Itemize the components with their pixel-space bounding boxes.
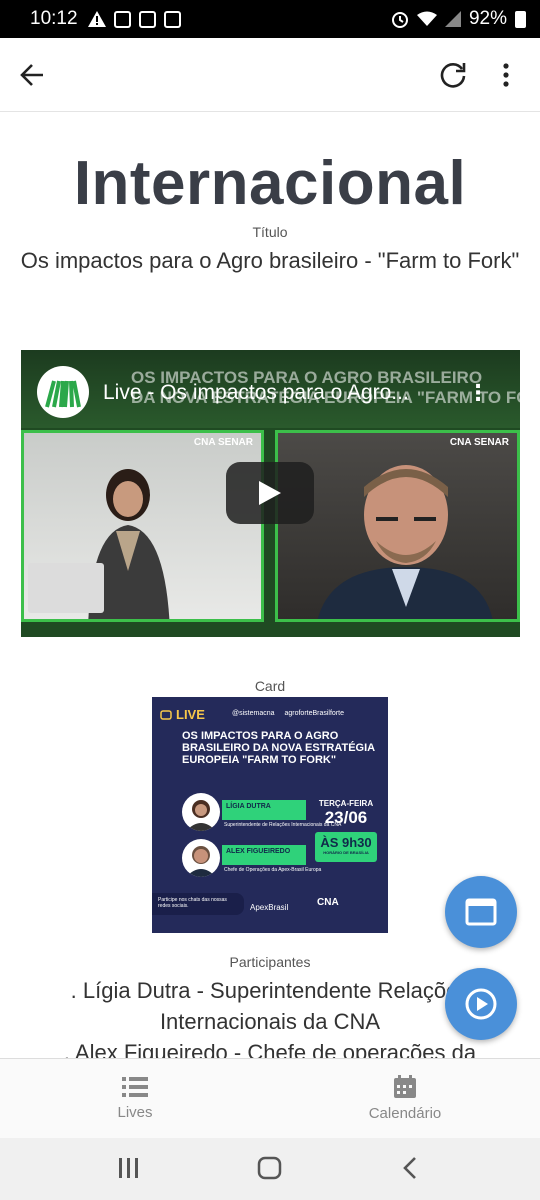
bottom-navigation: Lives Calendário — [0, 1058, 540, 1138]
participants-list: . Lígia Dutra - Superintendente Relações… — [63, 978, 477, 1058]
live-badge: LIVE — [160, 707, 205, 722]
video-title: Live - Os impactos para o Agro... — [103, 381, 409, 404]
event-timezone: HORÁRIO DE BRASÍLIA — [323, 850, 369, 855]
system-navigation-bar — [0, 1138, 540, 1200]
speaker-1-name: LÍGIA DUTRA — [222, 800, 306, 820]
participants-label: Participantes — [229, 954, 311, 970]
speaker-image — [317, 465, 493, 619]
arrow-left-icon — [20, 64, 43, 86]
back-nav-button[interactable] — [400, 1154, 420, 1182]
pane-tag-left: CNA SENAR — [193, 437, 253, 448]
refresh-button[interactable] — [433, 55, 473, 95]
nav-lives[interactable]: Lives — [0, 1059, 270, 1138]
nav-calendario-label: Calendário — [368, 1105, 442, 1122]
wifi-icon — [416, 11, 437, 26]
signal-icon — [444, 11, 461, 27]
event-hour: ÀS 9h30 — [320, 835, 372, 850]
calendar-icon — [394, 1075, 416, 1098]
app-bar — [0, 38, 540, 112]
title-label: Título — [252, 224, 288, 240]
play-button[interactable] — [226, 462, 314, 524]
play-circle-icon — [465, 988, 497, 1020]
play-icon — [259, 481, 281, 505]
social-handles: @sistemacna agroforteBrasilforte — [232, 710, 344, 717]
event-time: ÀS 9h30 HORÁRIO DE BRASÍLIA — [315, 832, 377, 862]
channel-logo[interactable] — [37, 366, 89, 418]
live-subject: Os impactos para o Agro brasileiro - "Fa… — [20, 248, 520, 273]
play-fab[interactable] — [445, 968, 517, 1040]
gallery-icon — [138, 10, 156, 28]
recents-button[interactable] — [118, 1154, 140, 1182]
nav-lives-label: Lives — [117, 1104, 153, 1121]
refresh-icon — [440, 63, 466, 88]
avatar-ligia — [182, 793, 220, 831]
card-headline: OS IMPACTOS PARA O AGRO BRASILEIRO DA NO… — [182, 730, 375, 766]
page-title: Internacional — [73, 149, 467, 218]
more-vert-icon — [503, 63, 509, 87]
event-weekday: TERÇA-FEIRA — [318, 799, 374, 808]
handle-2: agroforteBrasilforte — [284, 710, 344, 717]
battery-icon — [515, 10, 526, 28]
alarm-icon — [391, 12, 408, 28]
speaker-2-role: Chefe de Operações da Apex-Brasil Europa — [224, 867, 322, 873]
warning-icon — [87, 11, 106, 27]
list-icon — [122, 1077, 148, 1097]
browser-window-icon — [465, 898, 497, 926]
status-time: 10:12 — [30, 8, 78, 29]
instagram-icon — [113, 10, 131, 28]
avatar-alex — [182, 839, 220, 877]
overflow-menu-button[interactable] — [486, 55, 526, 95]
event-day: 23/06 — [324, 808, 368, 827]
tv-icon — [160, 710, 172, 720]
status-bar: 10:12 92% — [0, 0, 540, 38]
pane-tag-right: CNA SENAR — [449, 437, 509, 448]
speaker-2-name: ALEX FIGUEIREDO — [222, 845, 306, 865]
notification-icons — [87, 10, 181, 28]
back-button[interactable] — [12, 55, 52, 95]
apex-logo: ApexBrasil — [250, 903, 289, 912]
video-pane-left: CNA SENAR — [21, 430, 264, 622]
person-icon — [186, 846, 216, 877]
laptop-image — [28, 563, 104, 613]
card-label: Card — [254, 678, 286, 694]
home-button[interactable] — [257, 1154, 283, 1182]
handle-1: @sistemacna — [232, 710, 275, 717]
cna-logo: CNA — [317, 897, 339, 908]
video-menu-button[interactable]: ⋮ — [467, 380, 489, 406]
video-pane-right: CNA SENAR — [275, 430, 520, 622]
video-player[interactable]: OS IMPACTOS PARA O AGRO BRASILEIRO DA NO… — [21, 350, 520, 637]
event-card-image[interactable]: LIVE @sistemacna agroforteBrasilforte OS… — [152, 697, 388, 933]
app-notification-icon — [163, 10, 181, 28]
browser-fab[interactable] — [445, 876, 517, 948]
battery-percent: 92% — [468, 8, 507, 29]
live-label: LIVE — [176, 707, 205, 722]
nav-calendario[interactable]: Calendário — [270, 1059, 540, 1138]
cna-logo-icon — [45, 380, 81, 408]
person-icon — [186, 800, 216, 831]
chat-invite: Participe nos chats das nossas redes soc… — [152, 893, 244, 915]
event-date: TERÇA-FEIRA 23/06 — [316, 799, 376, 828]
